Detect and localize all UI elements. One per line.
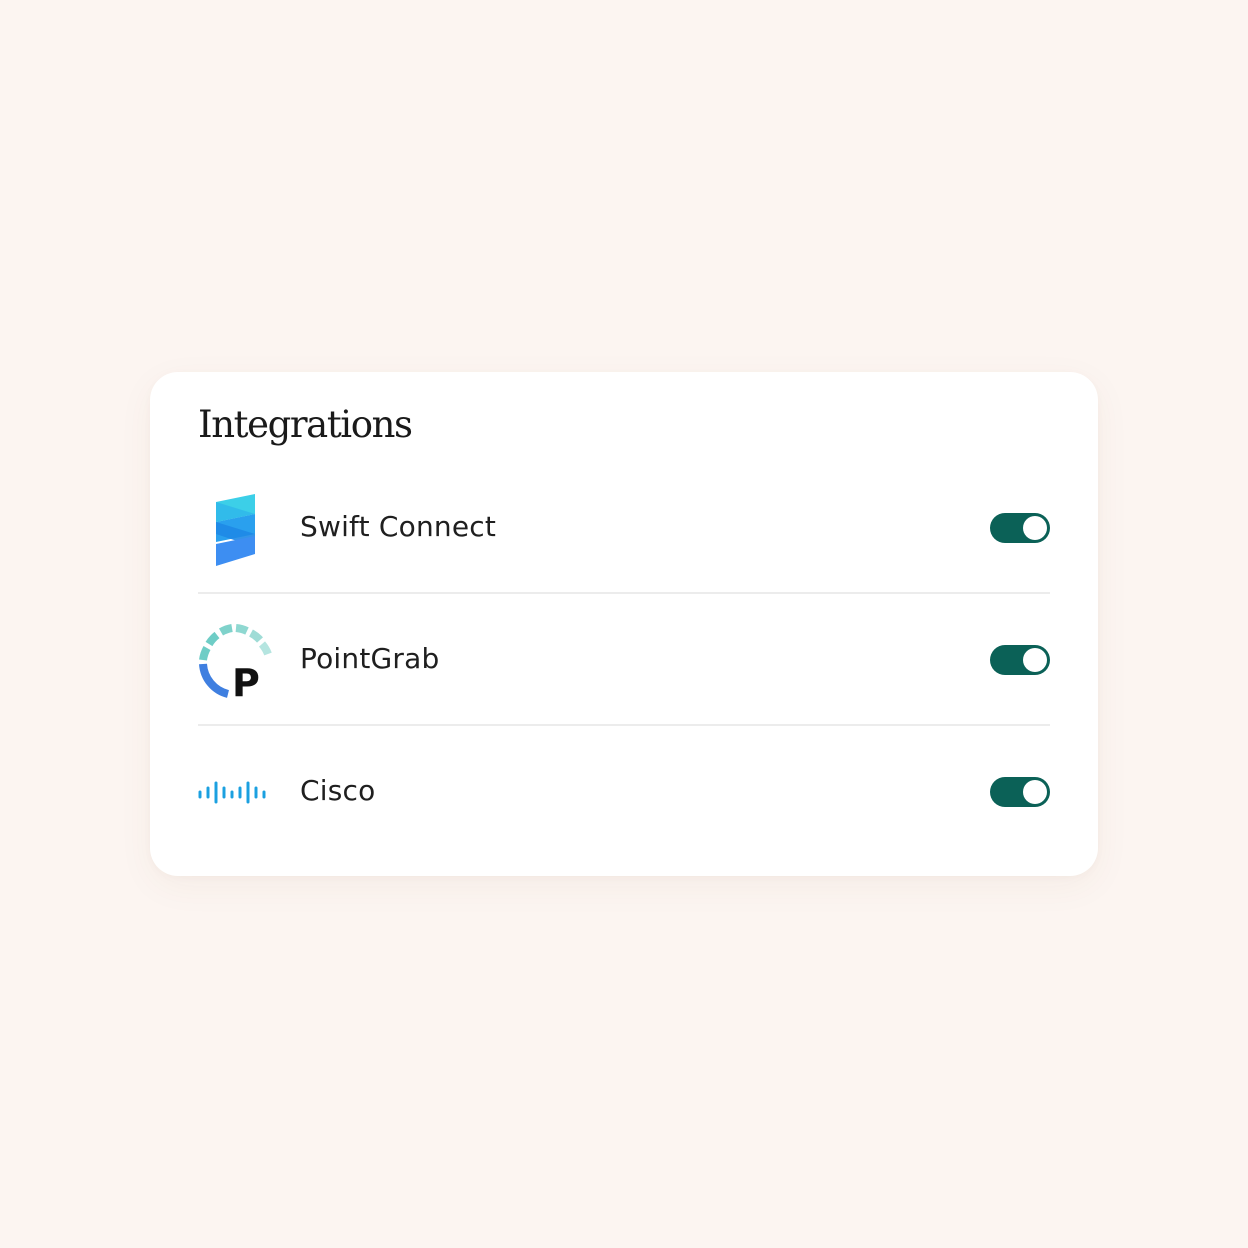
pointgrab-logo-letter: P (232, 661, 260, 700)
pointgrab-logo-icon: P (199, 624, 272, 700)
integration-name: PointGrab (300, 642, 440, 675)
swift-connect-toggle[interactable] (990, 513, 1050, 543)
toggle-knob (1023, 516, 1047, 540)
cisco-logo (198, 756, 274, 832)
cisco-logo-icon (198, 781, 266, 804)
integration-name: Cisco (300, 774, 376, 807)
card-title: Integrations (198, 403, 413, 446)
swift-connect-logo-icon (216, 494, 255, 566)
integrations-card: Integrations Swift Connect P PointGrab C… (150, 372, 1098, 876)
pointgrab-logo: P (198, 624, 274, 700)
integration-row-cisco: Cisco (198, 726, 1050, 858)
integration-row-swift-connect: Swift Connect (198, 462, 1050, 594)
cisco-toggle[interactable] (990, 777, 1050, 807)
swift-connect-logo (198, 492, 274, 568)
integration-name: Swift Connect (300, 510, 497, 543)
toggle-knob (1023, 648, 1047, 672)
toggle-knob (1023, 780, 1047, 804)
integration-row-pointgrab: P PointGrab (198, 594, 1050, 726)
pointgrab-toggle[interactable] (990, 645, 1050, 675)
